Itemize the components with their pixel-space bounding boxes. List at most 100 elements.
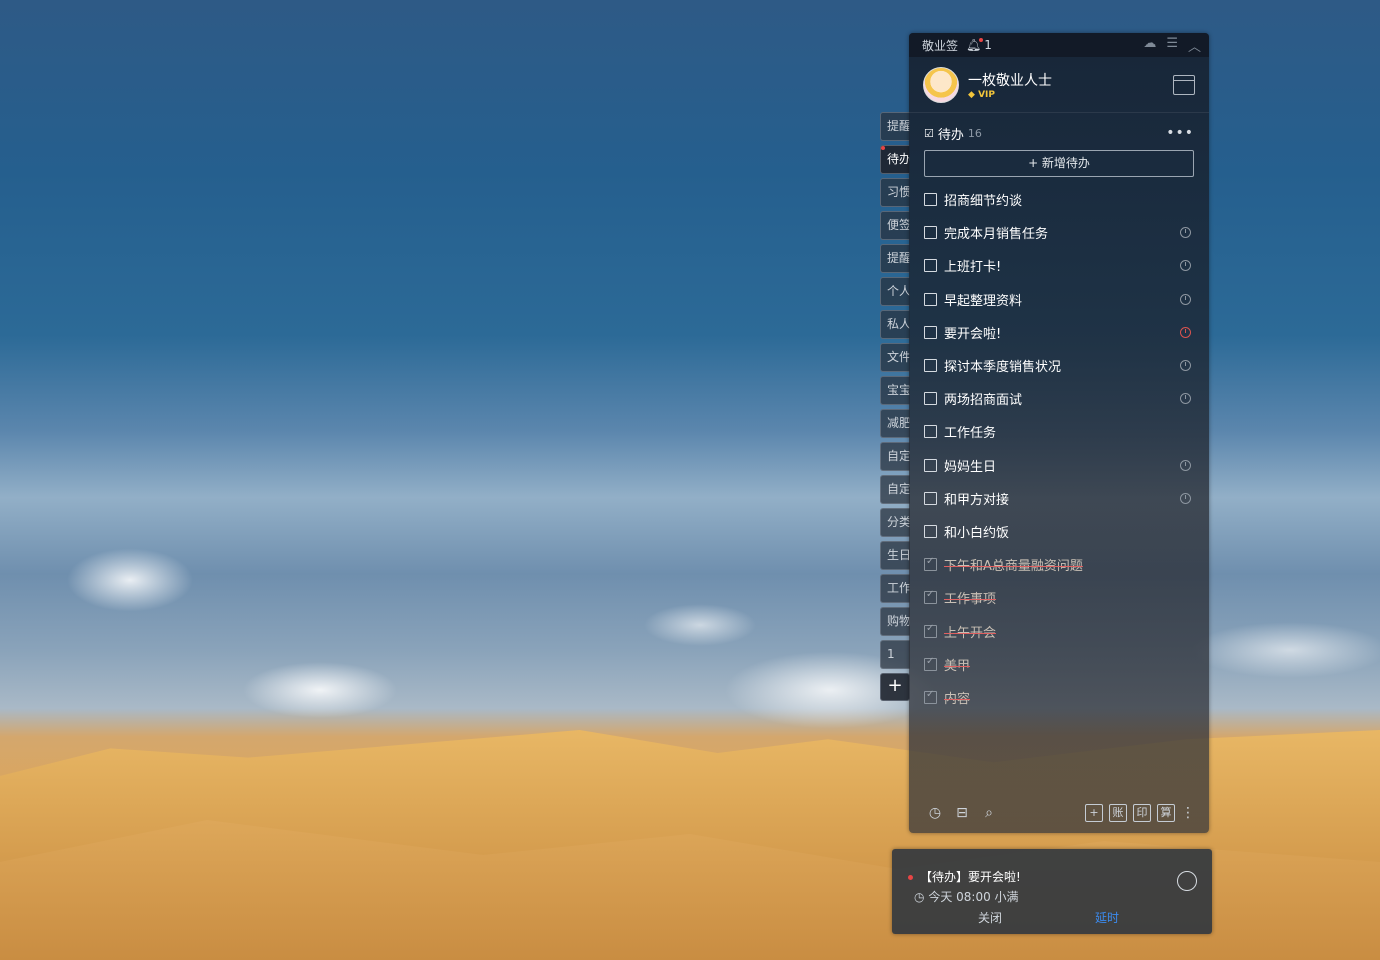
side-tab[interactable]: 减肥 [880,409,910,438]
todo-checkbox[interactable] [924,392,937,406]
todo-checkbox[interactable] [924,425,937,439]
todo-text: 美甲 [944,658,971,674]
reminder-clock-icon[interactable] [1180,326,1191,338]
avatar[interactable] [923,66,959,103]
add-icon[interactable]: + [1085,804,1103,822]
side-tab[interactable]: 便签 [880,211,910,240]
side-tab[interactable]: 习惯 [880,178,910,207]
todo-text: 妈妈生日 [944,459,997,475]
notification-title: 【待办】要开会啦! [908,868,1021,885]
reminder-clock-icon[interactable] [1180,260,1191,272]
archive-icon[interactable]: ⊟ [954,805,970,821]
todo-item[interactable]: 完成本月销售任务 [909,216,1209,249]
add-todo-button[interactable]: + 新增待办 [924,150,1194,177]
reminder-clock-icon[interactable] [1180,227,1191,239]
notification-time: ◷ 今天 08:00 小满 [914,888,1019,905]
collapse-icon[interactable]: ︿ [1188,36,1201,55]
side-tab[interactable]: 工作 [880,574,910,603]
side-tab[interactable]: 分类 [880,508,910,537]
todo-checkbox[interactable] [924,193,937,207]
todo-item[interactable]: 工作任务 [909,415,1209,448]
side-tab[interactable]: 购物 [880,607,910,636]
todo-text: 工作事项 [944,592,997,608]
more-vertical-icon[interactable]: ⋮ [1181,805,1195,821]
todo-checkbox[interactable] [924,656,937,671]
todo-list: 招商细节约谈完成本月销售任务 上班打卡! 早起整理资料要开会啦! 探讨本季度销售状况两… [909,183,1209,714]
todo-checkbox[interactable] [924,226,937,240]
side-tab[interactable]: 1 [880,640,910,669]
todo-checkbox[interactable] [924,689,937,704]
todo-item[interactable]: 早起整理资料 [909,283,1209,316]
todo-item[interactable]: 探讨本季度销售状况 [909,349,1209,382]
todo-item[interactable]: 两场招商面试 [909,382,1209,415]
todo-checkbox[interactable] [924,259,937,273]
calculator-button[interactable]: 算 [1157,804,1175,822]
reminder-clock-icon[interactable] [1180,293,1191,305]
reminder-clock-icon[interactable] [1180,492,1191,504]
complete-circle-button[interactable] [1177,871,1197,891]
more-options-icon[interactable]: ••• [1166,125,1194,141]
side-tab[interactable]: 提醒 [880,112,910,141]
todo-text: 上班打卡! [944,260,1002,276]
todo-checkbox[interactable] [924,491,937,505]
calendar-icon[interactable] [1173,74,1195,95]
todo-count: 16 [967,126,982,140]
diamond-icon: ◆ [968,89,975,100]
todo-checkbox[interactable] [924,623,937,638]
side-tab[interactable]: 私人 [880,310,910,339]
todo-item[interactable]: 下午和A总商量融资问题 [909,548,1209,581]
todo-item[interactable]: 和小白约饭 [909,515,1209,548]
todo-checkbox[interactable] [924,556,937,572]
todo-item[interactable]: 和甲方对接 [909,482,1209,515]
vip-badge: ◆ VIP [968,90,1052,100]
todo-checkbox[interactable] [924,458,937,472]
todo-checkbox[interactable] [924,292,937,306]
side-tab[interactable]: 自定 [880,442,910,471]
notification-count: 1 [984,38,992,52]
todo-item[interactable]: 招商细节约谈 [909,183,1209,216]
todo-checkbox[interactable] [924,325,937,339]
reminder-clock-icon[interactable] [1180,459,1191,471]
clock-icon[interactable]: ◷ [927,805,943,821]
cloud-sync-icon[interactable]: ☁ [1143,36,1156,55]
menu-icon[interactable]: ☰ [1166,36,1178,55]
delay-button[interactable]: 延时 [1095,909,1119,926]
reminder-notification: 【待办】要开会啦! ◷ 今天 08:00 小满 关闭 延时 [892,849,1212,934]
profile-header: 一枚敬业人士 ◆ VIP [909,57,1209,113]
add-category-button[interactable]: + [880,673,910,701]
account-button[interactable]: 账 [1109,804,1127,822]
side-tab[interactable]: 自定 [880,475,910,504]
close-button[interactable]: 关闭 [978,909,1002,926]
todo-text: 要开会啦! [944,326,1002,342]
todo-text: 和甲方对接 [944,492,1010,508]
side-tab-active[interactable]: 待办 [880,145,910,174]
reminder-clock-icon[interactable] [1180,393,1191,405]
todo-checkbox[interactable] [924,524,937,538]
side-tab[interactable]: 生日 [880,541,910,570]
side-tab[interactable]: 宝宝 [880,376,910,405]
reminder-clock-icon[interactable] [1180,360,1191,372]
todo-item[interactable]: 美甲 [909,648,1209,681]
side-tab[interactable]: 个人 [880,277,910,306]
todo-item[interactable]: 要开会啦! [909,316,1209,349]
side-tab[interactable]: 提醒 [880,244,910,273]
titlebar: 敬业签 🔔︎ 1 ☁ ☰ ︿ [909,33,1209,57]
todo-item[interactable]: 上班打卡! [909,249,1209,282]
todo-item[interactable]: 妈妈生日 [909,449,1209,482]
section-header: ☑ 待办 16 ••• [909,113,1209,143]
todo-text: 完成本月销售任务 [944,227,1049,243]
category-tabs: 提醒 待办 习惯 便签 提醒 个人 私人 文件 宝宝 减肥 自定 自定 分类 生… [880,112,910,701]
todo-text: 内容 [944,691,971,707]
section-title: 待办 [937,127,964,143]
search-icon[interactable]: ⌕ [981,805,997,821]
todo-checkbox[interactable] [924,359,937,373]
side-tab[interactable]: 文件 [880,343,910,372]
bell-icon[interactable]: 🔔︎ [966,38,984,52]
print-button[interactable]: 印 [1133,804,1151,822]
clock-icon: ◷ [914,890,925,904]
todo-checkbox[interactable] [924,589,937,605]
todo-item[interactable]: 上午开会 [909,614,1209,647]
todo-item[interactable]: 内容 [909,681,1209,714]
alert-dot [908,875,913,880]
todo-item[interactable]: 工作事项 [909,581,1209,614]
